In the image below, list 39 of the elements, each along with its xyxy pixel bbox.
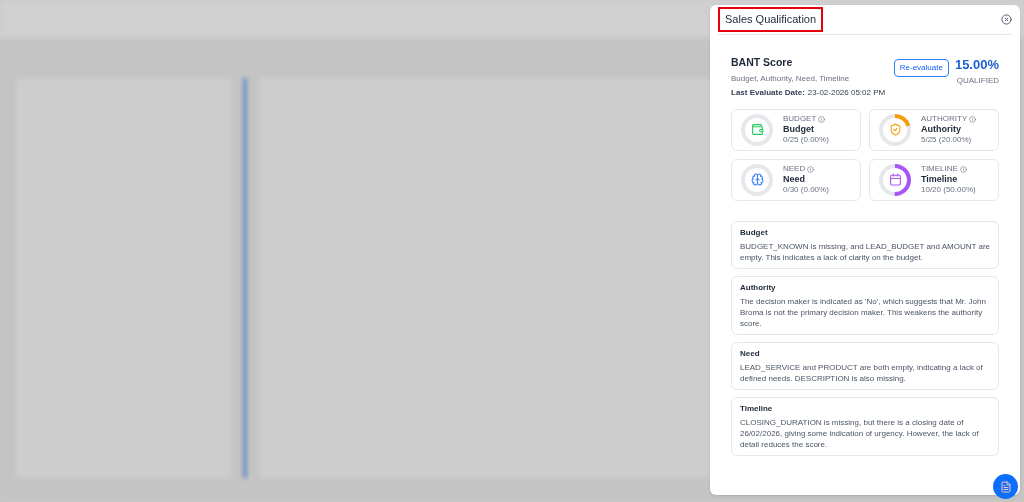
info-icon[interactable] [969,115,977,123]
metric-caption: NEED [783,164,806,175]
metric-name: Budget [783,124,815,136]
note-text: LEAD_SERVICE and PRODUCT are both empty, indicating a lack of defined needs. DESCRIPTION is also missing. [740,361,984,384]
metric-reading: 5/25 (20.00%) [921,135,973,146]
need-icon [750,173,764,187]
budget-icon [750,123,764,137]
note-title: Budget [740,226,769,239]
section-subtitle: Budget, Authority, Need, Timeline [731,72,851,85]
note-text: BUDGET_KNOWN is missing, and LEAD_BUDGET and AMOUNT are empty. This indicates a lack of clarity on the budget. [740,240,990,263]
metric-caption: BUDGET [783,114,817,125]
date-label: Last Evaluate Date: [731,86,805,99]
note-text: The decision maker is indicated as 'No', which suggests that Mr. John Broma is not the primary decision maker. This weakens the authority score. [740,295,987,329]
metric-name: Authority [921,124,962,136]
metric-caption: AUTHORITY [921,114,968,125]
authority-icon [888,123,902,137]
timeline-icon [888,173,902,187]
dialog-title: Sales Qualification [718,7,824,32]
document-icon [999,480,1012,493]
close-button[interactable] [1001,14,1012,25]
info-icon[interactable] [818,115,826,123]
note-title: Timeline [740,402,774,415]
metric-name: Need [783,174,806,186]
score-label: QUALIFIED [956,74,999,87]
section-title: BANT Score [731,55,794,70]
floating-action-button[interactable] [993,474,1018,499]
date-value: 23-02-2026 05:02 PM [807,86,886,99]
metric-name: Timeline [921,174,959,186]
score-value: 15.00% [954,56,999,74]
info-icon[interactable] [807,165,815,173]
info-icon[interactable] [959,165,967,173]
metric-reading: 0/30 (0.00%) [783,185,829,196]
metric-reading: 10/20 (50.00%) [921,185,976,196]
note-text: CLOSING_DURATION is missing, but there is a closing date of 26/02/2026, giving some indication of urgency. However, the lack of detail reduces the score. [740,416,980,450]
note-title: Authority [740,281,777,294]
metric-reading: 0/25 (0.00%) [783,135,829,146]
re-evaluate-button[interactable]: Re-evaluate [893,59,949,77]
note-title: Need [740,347,761,360]
metric-caption: TIMELINE [921,164,958,175]
